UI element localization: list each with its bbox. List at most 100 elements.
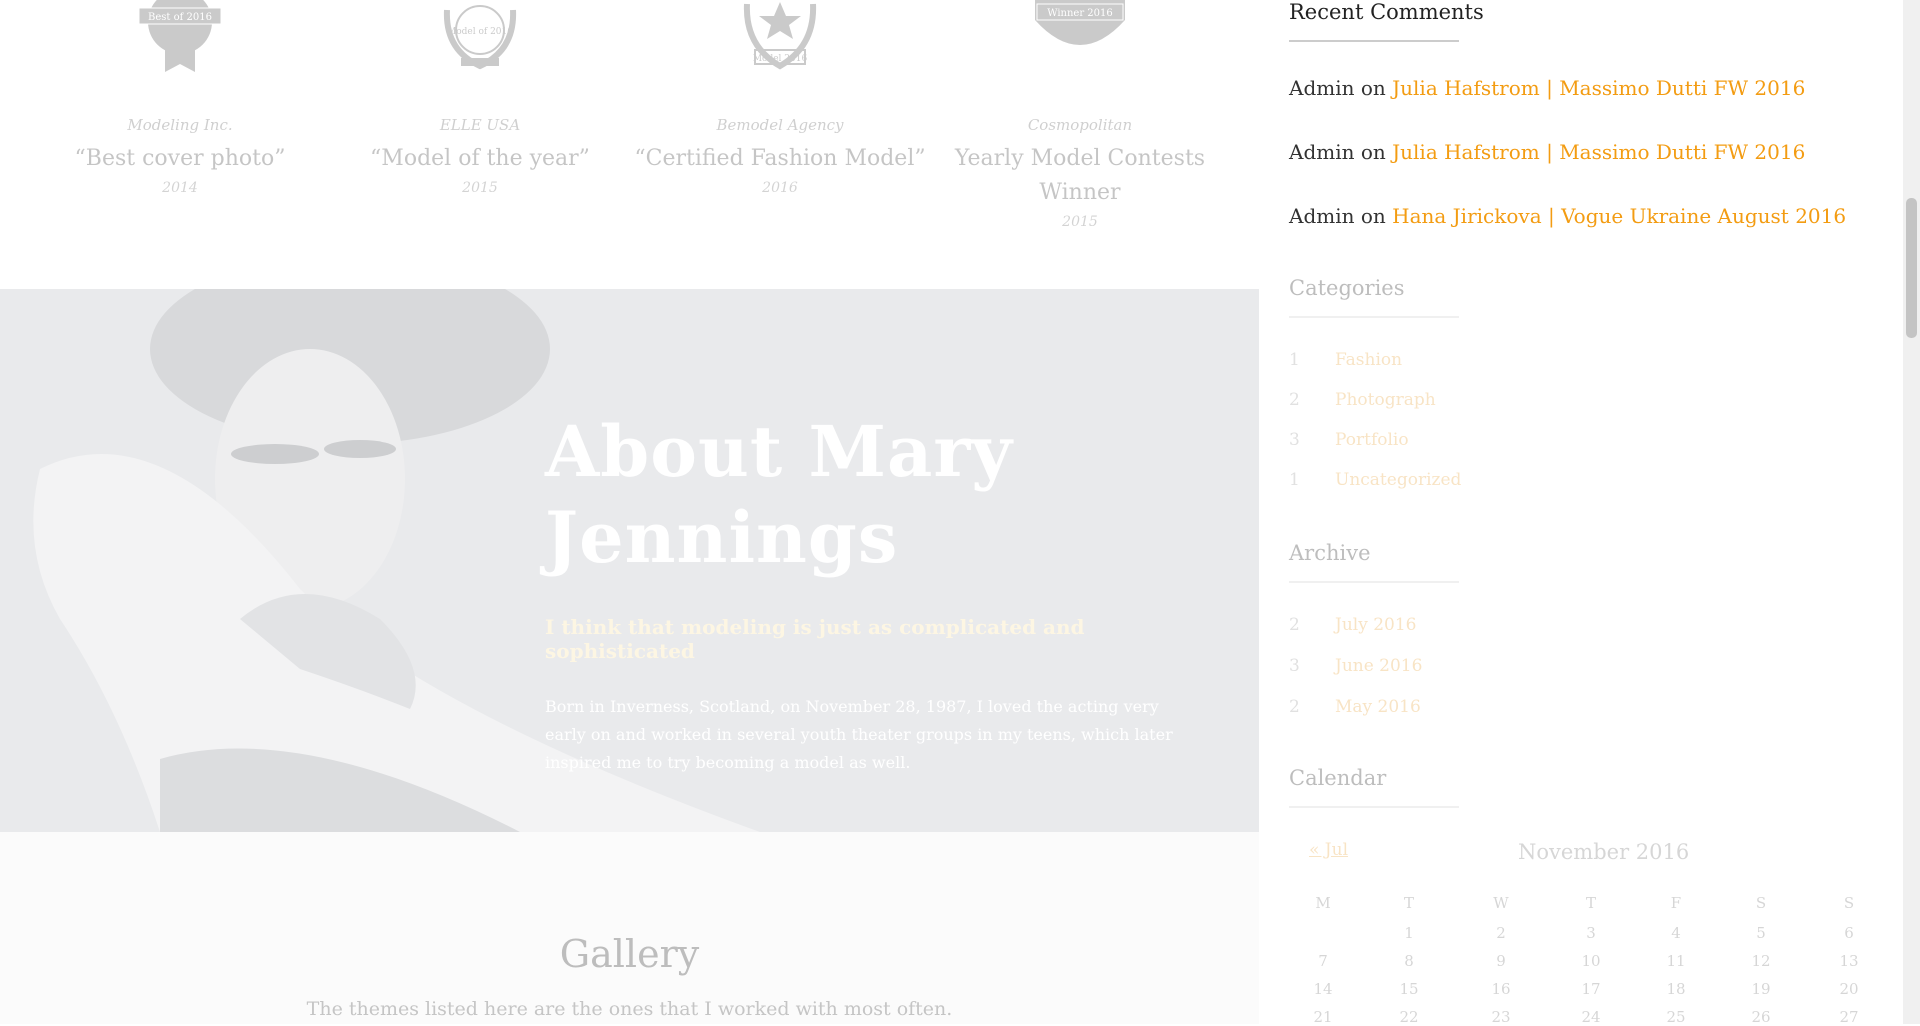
- laurel-badge-icon: Model of 2016: [443, 5, 517, 70]
- award-org: Cosmopolitan: [1027, 116, 1133, 134]
- comment-on: on: [1360, 204, 1386, 228]
- calendar-weekday: W: [1493, 894, 1509, 912]
- comment-item: Admin on Hana Jirickova | Vogue Ukraine …: [1289, 204, 1846, 228]
- about-title: About Mary Jennings: [545, 410, 1013, 579]
- divider: [1289, 806, 1459, 808]
- ribbon-badge-icon: Best of 2016: [138, 0, 222, 72]
- calendar-day: 23: [1491, 1008, 1511, 1026]
- award-year: 2016: [762, 180, 798, 196]
- category-count: 1: [1289, 470, 1300, 490]
- calendar-day: 10: [1581, 952, 1601, 970]
- award-name: Yearly Model Contests Winner: [954, 146, 1206, 205]
- comment-post-link[interactable]: Julia Hafstrom | Massimo Dutti FW 2016: [1392, 76, 1805, 100]
- calendar-day: 27: [1839, 1008, 1859, 1026]
- archive-count: 2: [1289, 697, 1300, 717]
- calendar-day: 2: [1496, 924, 1506, 942]
- comment-author: Admin: [1289, 140, 1355, 164]
- calendar-weekday: F: [1670, 894, 1682, 912]
- archive-count: 2: [1289, 615, 1300, 635]
- calendar-caption: November 2016: [1518, 840, 1690, 864]
- award-year: 2015: [1062, 214, 1098, 230]
- badge-text: Model 2016: [753, 54, 808, 64]
- gallery-section: Gallery The themes listed here are the o…: [0, 832, 1259, 1024]
- about-subtitle: I think that modeling is just as complic…: [545, 615, 1085, 663]
- about-section: About Mary Jennings I think that modelin…: [0, 289, 1259, 832]
- category-item[interactable]: 3 Portfolio: [1289, 430, 1409, 450]
- award-year: 2015: [462, 180, 498, 196]
- calendar-weekday: S: [1755, 894, 1767, 912]
- comment-on: on: [1360, 140, 1386, 164]
- calendar-day: 1: [1404, 924, 1414, 942]
- calendar-day: 3: [1586, 924, 1596, 942]
- archive-title: Archive: [1289, 541, 1371, 565]
- calendar-day: 25: [1666, 1008, 1686, 1026]
- awards-section: Best of 2016 Modeling Inc. “Best cover p…: [0, 0, 1259, 289]
- comment-item: Admin on Julia Hafstrom | Massimo Dutti …: [1289, 76, 1805, 100]
- award-org: Modeling Inc.: [127, 116, 233, 134]
- award-org: Bemodel Agency: [716, 116, 844, 134]
- calendar-day: 13: [1839, 952, 1859, 970]
- category-link[interactable]: Portfolio: [1335, 430, 1409, 450]
- category-count: 3: [1289, 430, 1300, 450]
- comment-post-link[interactable]: Julia Hafstrom | Massimo Dutti FW 2016: [1392, 140, 1805, 164]
- calendar-day: 7: [1318, 952, 1328, 970]
- archive-item[interactable]: 2 May 2016: [1289, 697, 1421, 717]
- recent-comments-title: Recent Comments: [1289, 0, 1484, 24]
- calendar-day: 24: [1581, 1008, 1601, 1026]
- calendar-day: 5: [1756, 924, 1766, 942]
- award-name: “Certified Fashion Model”: [634, 146, 926, 171]
- sidebar: Recent Comments Admin on Julia Hafstrom …: [1259, 0, 1900, 1026]
- award-org: ELLE USA: [439, 116, 521, 134]
- badge-text: Model of 2016: [447, 27, 513, 37]
- categories-title: Categories: [1289, 276, 1405, 300]
- calendar-day: 21: [1313, 1008, 1333, 1026]
- category-item[interactable]: 2 Photograph: [1289, 390, 1436, 410]
- calendar-day: 8: [1404, 952, 1414, 970]
- calendar-weekday: S: [1843, 894, 1855, 912]
- archive-link[interactable]: May 2016: [1335, 697, 1421, 717]
- calendar-weekday: T: [1403, 894, 1414, 912]
- category-item[interactable]: 1 Uncategorized: [1289, 470, 1461, 490]
- scrollbar-track[interactable]: [1903, 0, 1920, 1024]
- award-item: Winner 2016 Cosmopolitan Yearly Model Co…: [930, 0, 1230, 230]
- award-item: Model of 2016 ELLE USA “Model of the yea…: [330, 0, 630, 196]
- comment-post-link[interactable]: Hana Jirickova | Vogue Ukraine August 20…: [1392, 204, 1846, 228]
- scrollbar-thumb[interactable]: [1906, 198, 1917, 338]
- comment-on: on: [1360, 76, 1386, 100]
- calendar-day: 6: [1844, 924, 1854, 942]
- archive-link[interactable]: June 2016: [1335, 656, 1422, 676]
- award-name: “Best cover photo”: [74, 146, 286, 171]
- archive-link[interactable]: July 2016: [1335, 615, 1416, 635]
- badge-text: Winner 2016: [1047, 8, 1113, 19]
- calendar-day: 19: [1751, 980, 1771, 998]
- archive-item[interactable]: 3 June 2016: [1289, 656, 1422, 676]
- category-link[interactable]: Photograph: [1335, 390, 1436, 410]
- star-badge-icon: Model 2016: [743, 2, 817, 70]
- main-content: Best of 2016 Modeling Inc. “Best cover p…: [0, 0, 1259, 1024]
- gallery-title: Gallery: [559, 932, 700, 976]
- divider: [1289, 316, 1459, 318]
- divider: [1289, 581, 1459, 583]
- calendar-day: 9: [1496, 952, 1506, 970]
- category-item[interactable]: 1 Fashion: [1289, 350, 1402, 370]
- archive-item[interactable]: 2 July 2016: [1289, 615, 1416, 635]
- calendar-day: 18: [1666, 980, 1686, 998]
- gallery-subtitle: The themes listed here are the ones that…: [306, 998, 953, 1020]
- award-item: Best of 2016 Modeling Inc. “Best cover p…: [30, 0, 330, 196]
- category-count: 1: [1289, 350, 1300, 370]
- calendar-prev-link[interactable]: « Jul: [1309, 840, 1348, 860]
- calendar-day: 26: [1751, 1008, 1771, 1026]
- category-link[interactable]: Uncategorized: [1335, 470, 1461, 490]
- archive-count: 3: [1289, 656, 1300, 676]
- calendar-day: 14: [1313, 980, 1333, 998]
- category-link[interactable]: Fashion: [1335, 350, 1402, 370]
- badge-text: Best of 2016: [148, 12, 212, 23]
- calendar-day: 15: [1399, 980, 1419, 998]
- award-year: 2014: [162, 180, 198, 196]
- comment-item: Admin on Julia Hafstrom | Massimo Dutti …: [1289, 140, 1805, 164]
- calendar-day: 22: [1399, 1008, 1419, 1026]
- calendar-day: 4: [1671, 924, 1681, 942]
- calendar-title: Calendar: [1289, 766, 1387, 790]
- award-item: Model 2016 Bemodel Agency “Certified Fas…: [630, 0, 930, 196]
- about-text-block: About Mary Jennings I think that modelin…: [545, 409, 1185, 777]
